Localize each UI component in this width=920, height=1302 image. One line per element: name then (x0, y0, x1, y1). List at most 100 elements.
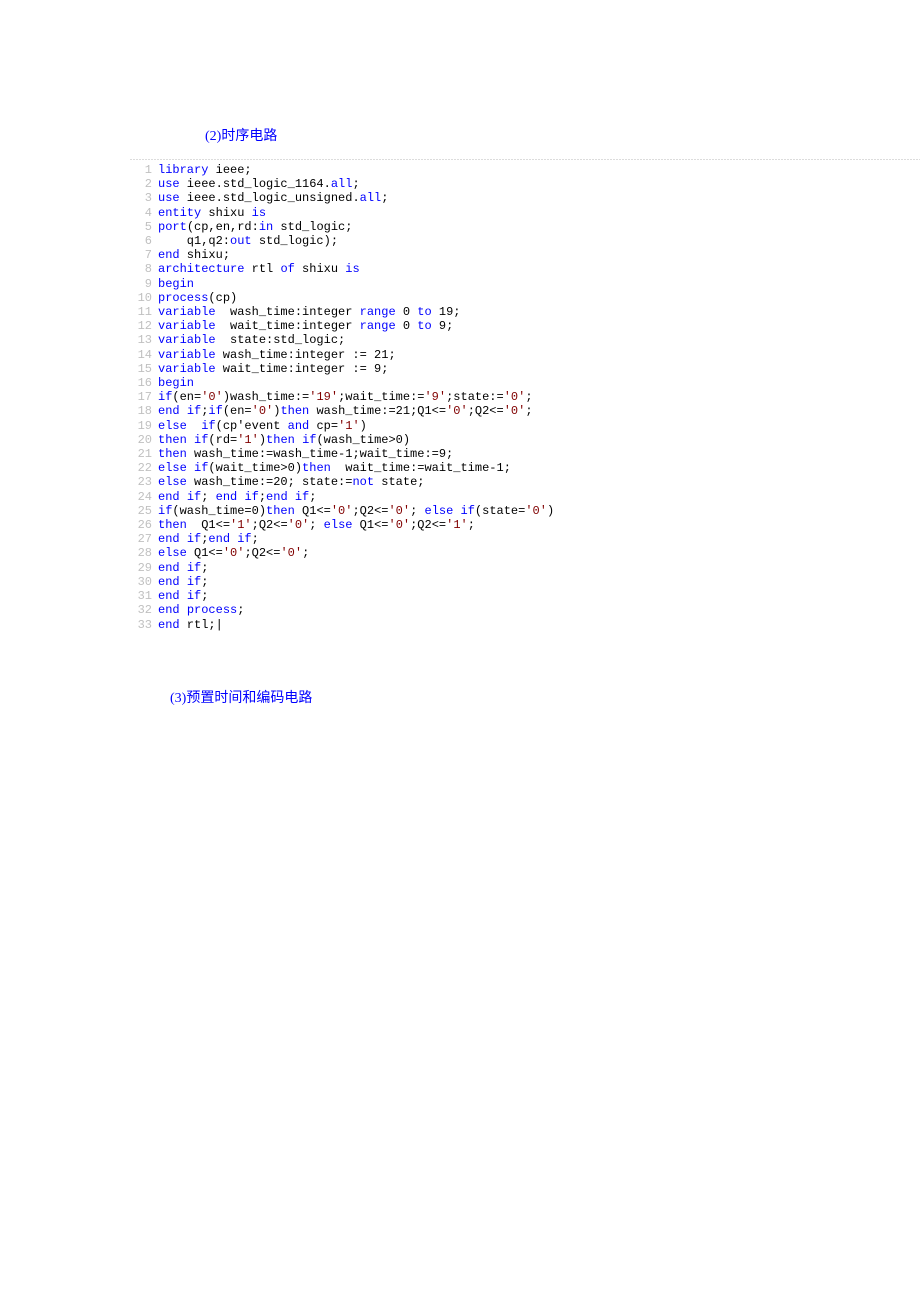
code-token: port (158, 220, 187, 234)
code-token: ; (352, 177, 359, 191)
code-token (180, 575, 187, 589)
code-token: Q1<= (295, 504, 331, 518)
code-line: 28else Q1<='0';Q2<='0'; (130, 546, 920, 560)
code-token: ieee.std_logic_1164. (180, 177, 331, 191)
code-token: ; (309, 518, 323, 532)
code-token: '0' (504, 404, 526, 418)
line-number: 10 (130, 291, 152, 305)
code-line: 11variable wash_time:integer range 0 to … (130, 305, 920, 319)
line-number: 29 (130, 561, 152, 575)
code-token: ieee.std_logic_unsigned. (180, 191, 360, 205)
code-token: cp= (309, 419, 338, 433)
code-token: '1' (446, 518, 468, 532)
line-number: 9 (130, 277, 152, 291)
code-token: wait_time:integer := 9; (216, 362, 389, 376)
line-number: 19 (130, 419, 152, 433)
code-line: 12variable wait_time:integer range 0 to … (130, 319, 920, 333)
code-token: Q1<= (187, 518, 230, 532)
code-token: if (201, 419, 215, 433)
code-token: out (230, 234, 252, 248)
code-token: if (461, 504, 475, 518)
code-token: ) (547, 504, 554, 518)
code-line: 21then wash_time:=wash_time-1;wait_time:… (130, 447, 920, 461)
line-number: 16 (130, 376, 152, 390)
code-block: 1library ieee;2use ieee.std_logic_1164.a… (130, 163, 920, 632)
code-token: std_logic; (273, 220, 352, 234)
code-token: ) (360, 419, 367, 433)
code-token: Q1<= (187, 546, 223, 560)
code-token: (wash_time>0) (316, 433, 410, 447)
code-token: wash_time:=20; state:= (187, 475, 353, 489)
code-token: wait_time:integer (216, 319, 360, 333)
code-token: use (158, 191, 180, 205)
code-token: if (158, 390, 172, 404)
code-token: variable (158, 305, 216, 319)
code-token: variable (158, 362, 216, 376)
line-number: 25 (130, 504, 152, 518)
code-token: wash_time:integer := 21; (216, 348, 396, 362)
code-token: (en= (172, 390, 201, 404)
code-token: )wash_time:= (223, 390, 309, 404)
code-token: if (208, 404, 222, 418)
code-token: '1' (237, 433, 259, 447)
code-token: '1' (338, 419, 360, 433)
code-token: in (259, 220, 273, 234)
code-token: (wait_time>0) (208, 461, 302, 475)
line-number: 31 (130, 589, 152, 603)
code-token: is (345, 262, 359, 276)
code-line: 13variable state:std_logic; (130, 333, 920, 347)
line-number: 21 (130, 447, 152, 461)
code-token: process (187, 603, 237, 617)
line-number: 4 (130, 206, 152, 220)
code-token: ; (201, 575, 208, 589)
code-token: end (158, 248, 180, 262)
code-token: then (266, 433, 295, 447)
code-token: '0' (252, 404, 274, 418)
code-token: then (302, 461, 331, 475)
code-token: (wash_time=0) (172, 504, 266, 518)
code-token: rtl (244, 262, 280, 276)
code-token: variable (158, 348, 216, 362)
line-number: 2 (130, 177, 152, 191)
code-token: if (194, 433, 208, 447)
code-token: and (288, 419, 310, 433)
line-number: 13 (130, 333, 152, 347)
code-token: process (158, 291, 208, 305)
line-number: 24 (130, 490, 152, 504)
line-number: 30 (130, 575, 152, 589)
line-number: 15 (130, 362, 152, 376)
code-token: ;Q2<= (410, 518, 446, 532)
code-token: '0' (525, 504, 547, 518)
code-token: then (280, 404, 309, 418)
code-token: if (302, 433, 316, 447)
code-token: wash_time:=21;Q1<= (309, 404, 446, 418)
line-number: 3 (130, 191, 152, 205)
line-number: 33 (130, 618, 152, 632)
code-token: ; (302, 546, 309, 560)
code-token: else (158, 546, 187, 560)
code-token: range (360, 305, 396, 319)
code-line: 26then Q1<='1';Q2<='0'; else Q1<='0';Q2<… (130, 518, 920, 532)
code-line: 20then if(rd='1')then if(wash_time>0) (130, 433, 920, 447)
code-line: 31end if; (130, 589, 920, 603)
code-token: if (187, 532, 201, 546)
code-token: q1,q2: (158, 234, 230, 248)
code-token: ) (259, 433, 266, 447)
code-line: 30end if; (130, 575, 920, 589)
code-line: 2use ieee.std_logic_1164.all; (130, 177, 920, 191)
code-line: 25if(wash_time=0)then Q1<='0';Q2<='0'; e… (130, 504, 920, 518)
line-number: 20 (130, 433, 152, 447)
code-token: '1' (230, 518, 252, 532)
code-token: end (158, 603, 180, 617)
code-token: if (187, 490, 201, 504)
line-number: 23 (130, 475, 152, 489)
code-line: 18end if;if(en='0')then wash_time:=21;Q1… (130, 404, 920, 418)
code-token: end (266, 490, 288, 504)
code-token: (cp,en,rd: (187, 220, 259, 234)
code-token: '0' (331, 504, 353, 518)
line-number: 8 (130, 262, 152, 276)
code-line: 15 variable wait_time:integer := 9; (130, 362, 920, 376)
code-token: ; (201, 490, 215, 504)
code-token: library (158, 163, 208, 177)
code-token: if (187, 589, 201, 603)
